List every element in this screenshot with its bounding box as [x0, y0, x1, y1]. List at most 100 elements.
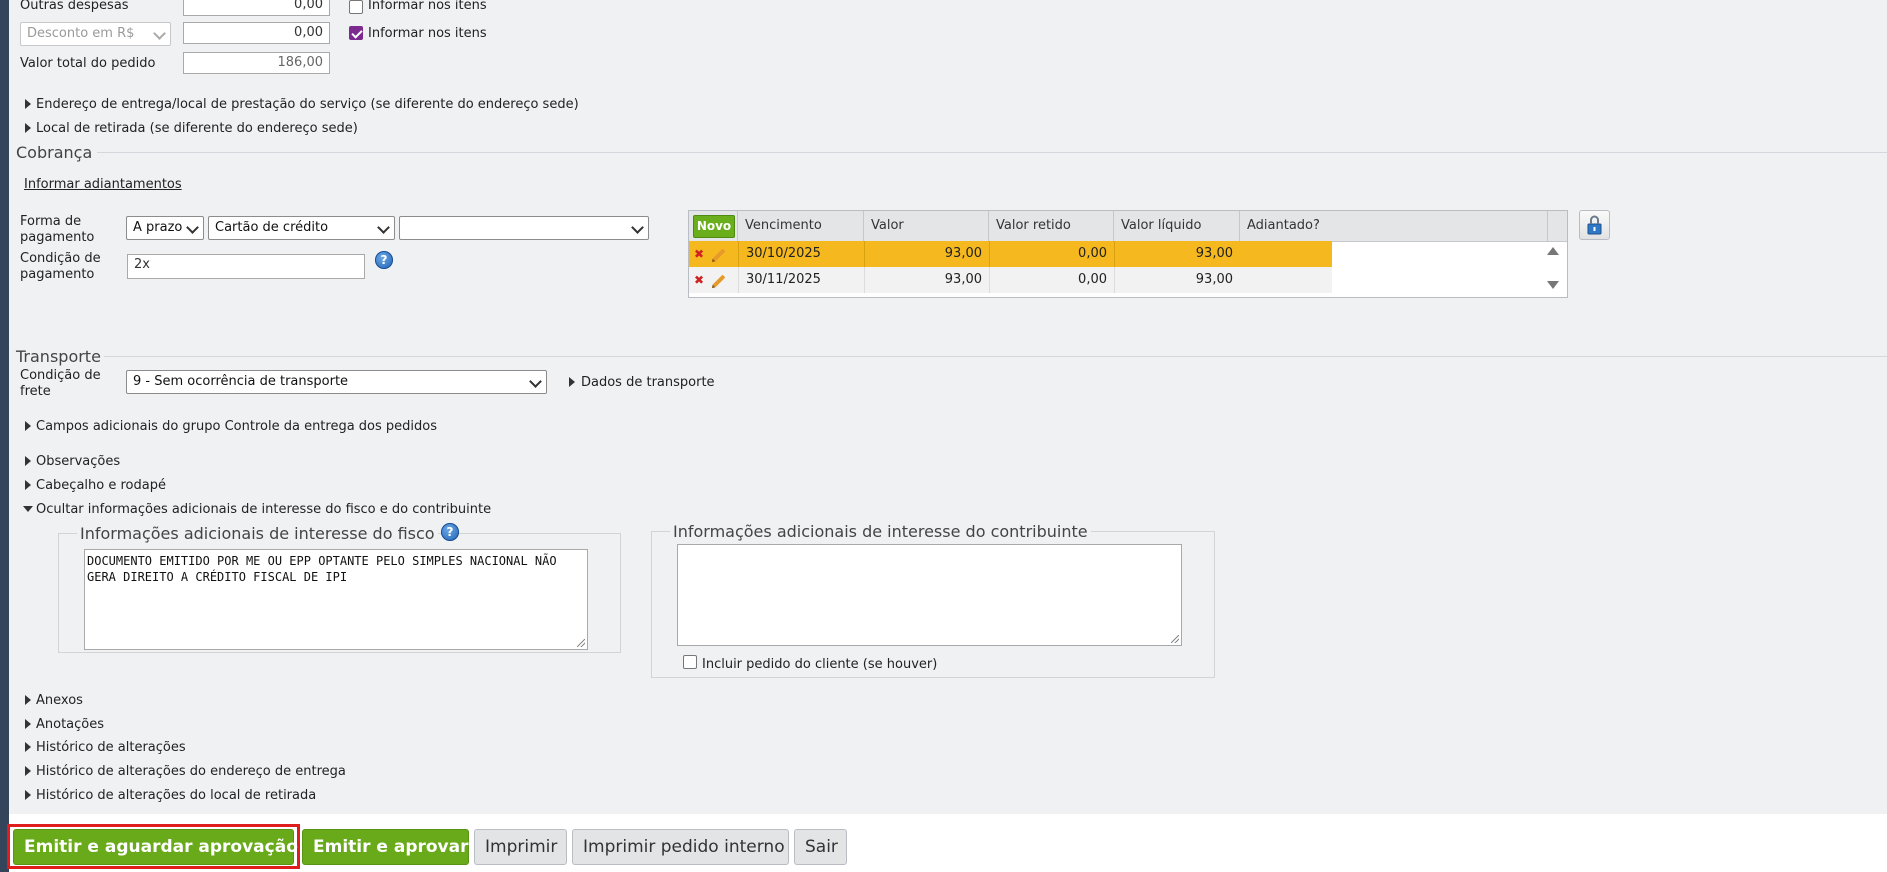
toggle-info-adicionais[interactable]: Ocultar informações adicionais de intere… [36, 502, 491, 517]
scroll-down-icon[interactable] [1547, 281, 1559, 289]
header-adiantado[interactable]: Adiantado? [1240, 211, 1548, 241]
imprimir-button[interactable]: Imprimir [474, 829, 567, 865]
delete-icon[interactable]: ✖ [694, 247, 704, 261]
condicao-frete-label: Condição de frete [20, 368, 101, 399]
header-valor[interactable]: Valor [864, 211, 989, 241]
incluir-pedido-label: Incluir pedido do cliente (se houver) [702, 657, 938, 672]
chevron-down-icon [186, 221, 199, 234]
forma-prazo-value: A prazo [133, 220, 183, 235]
valor-total-label: Valor total do pedido [20, 56, 156, 71]
chevron-down-icon [631, 221, 644, 234]
header-valor-liquido[interactable]: Valor líquido [1114, 211, 1240, 241]
caret-right-icon [25, 719, 31, 729]
edit-icon[interactable] [712, 248, 726, 262]
resize-handle-icon[interactable] [1171, 635, 1179, 643]
desconto-checkbox[interactable] [349, 26, 363, 40]
expander-campos-adicionais[interactable]: Campos adicionais do grupo Controle da e… [36, 419, 437, 434]
condicao-frete-value: 9 - Sem ocorrência de transporte [133, 374, 349, 389]
expander-anotacoes[interactable]: Anotações [36, 717, 104, 732]
chevron-down-icon [377, 221, 390, 234]
forma-prazo-select[interactable]: A prazo [126, 216, 204, 240]
sair-button[interactable]: Sair [794, 829, 847, 865]
expander-local-retirada[interactable]: Local de retirada (se diferente do ender… [36, 121, 358, 136]
scroll-up-icon[interactable] [1547, 247, 1559, 255]
row-valor-retido: 0,00 [989, 267, 1114, 293]
left-edge [0, 0, 9, 872]
caret-right-icon [25, 123, 31, 133]
contribuinte-textarea[interactable] [677, 544, 1182, 646]
caret-right-icon [569, 377, 575, 387]
caret-right-icon [25, 766, 31, 776]
imprimir-interno-button[interactable]: Imprimir pedido interno [572, 829, 789, 865]
caret-down-icon [23, 506, 33, 512]
cobranca-divider [97, 152, 1887, 153]
expander-historico[interactable]: Histórico de alterações [36, 740, 186, 755]
emitir-aguardar-button[interactable]: Emitir e aguardar aprovação [13, 829, 298, 865]
lock-icon [1587, 215, 1602, 235]
row-valor-liquido: 93,00 [1114, 267, 1240, 293]
row-valor: 93,00 [864, 241, 989, 267]
row-vencimento: 30/11/2025 [738, 267, 864, 293]
expander-endereco-entrega[interactable]: Endereço de entrega/local de prestação d… [36, 97, 579, 112]
fisco-text: DOCUMENTO EMITIDO POR ME OU EPP OPTANTE … [87, 554, 557, 584]
chevron-down-icon [529, 375, 542, 388]
condicao-pagamento-input[interactable]: 2x [127, 254, 365, 279]
expander-historico-entrega[interactable]: Histórico de alterações do endereço de e… [36, 764, 346, 779]
table-row[interactable]: ✖ 30/11/2025 93,00 0,00 93,00 [689, 267, 1332, 293]
help-icon[interactable]: ? [375, 251, 393, 269]
caret-right-icon [25, 480, 31, 490]
forma-pagamento-label: Forma de pagamento [20, 214, 95, 245]
incluir-pedido-checkbox[interactable] [683, 655, 697, 669]
row-valor-liquido: 93,00 [1114, 241, 1240, 267]
header-vencimento[interactable]: Vencimento [738, 211, 864, 241]
novo-cell: Novo [689, 211, 738, 241]
table-row[interactable]: ✖ 30/10/2025 93,00 0,00 93,00 [689, 241, 1332, 267]
row-valor-retido: 0,00 [989, 241, 1114, 267]
informar-adiantamentos-link[interactable]: Informar adiantamentos [24, 177, 182, 192]
fisco-textarea[interactable]: DOCUMENTO EMITIDO POR ME OU EPP OPTANTE … [84, 549, 588, 650]
help-icon[interactable]: ? [441, 523, 459, 541]
desconto-type-select[interactable]: Desconto em R$ [20, 22, 171, 46]
caret-right-icon [25, 742, 31, 752]
resize-handle-icon[interactable] [577, 639, 585, 647]
fisco-legend: Informações adicionais de interesse do f… [77, 524, 438, 543]
row-vencimento: 30/10/2025 [738, 241, 864, 267]
caret-right-icon [25, 456, 31, 466]
condicao-frete-select[interactable]: 9 - Sem ocorrência de transporte [126, 370, 547, 394]
condicao-pagamento-label: Condição de pagamento [20, 251, 101, 282]
outras-despesas-checkbox[interactable] [349, 0, 363, 14]
outras-despesas-label: Outras despesas [20, 0, 129, 13]
novo-button[interactable]: Novo [693, 215, 735, 238]
delete-icon[interactable]: ✖ [694, 273, 704, 287]
row-valor: 93,00 [864, 267, 989, 293]
expander-dados-transporte[interactable]: Dados de transporte [581, 375, 715, 390]
edit-icon[interactable] [712, 274, 726, 288]
order-form: Outras despesas 0,00 Informar nos itens … [9, 0, 1887, 814]
expander-anexos[interactable]: Anexos [36, 693, 83, 708]
transporte-divider [104, 356, 1887, 357]
contribuinte-legend: Informações adicionais de interesse do c… [670, 522, 1091, 541]
header-valor-retido[interactable]: Valor retido [989, 211, 1114, 241]
parcelas-header: Novo Vencimento Valor Valor retido Valor… [689, 211, 1567, 242]
caret-right-icon [25, 695, 31, 705]
outras-despesas-input[interactable]: 0,00 [183, 0, 330, 16]
desconto-type-value: Desconto em R$ [27, 26, 135, 41]
emitir-aprovar-button[interactable]: Emitir e aprovar [302, 829, 469, 865]
chevron-down-icon [153, 27, 166, 40]
forma-extra-select[interactable] [399, 216, 649, 240]
forma-tipo-value: Cartão de crédito [215, 220, 329, 235]
caret-right-icon [25, 421, 31, 431]
parcelas-grid: Novo Vencimento Valor Valor retido Valor… [688, 210, 1568, 298]
outras-despesas-check-label: Informar nos itens [368, 0, 487, 13]
expander-historico-retirada[interactable]: Histórico de alterações do local de reti… [36, 788, 316, 803]
lock-button[interactable] [1579, 210, 1610, 240]
forma-tipo-select[interactable]: Cartão de crédito [208, 216, 395, 240]
caret-right-icon [25, 99, 31, 109]
desconto-input[interactable]: 0,00 [183, 22, 330, 44]
desconto-check-label: Informar nos itens [368, 26, 487, 41]
transporte-title: Transporte [16, 347, 101, 366]
expander-observacoes[interactable]: Observações [36, 454, 120, 469]
caret-right-icon [25, 790, 31, 800]
expander-cabecalho-rodape[interactable]: Cabeçalho e rodapé [36, 478, 166, 493]
cobranca-title: Cobrança [16, 143, 93, 162]
